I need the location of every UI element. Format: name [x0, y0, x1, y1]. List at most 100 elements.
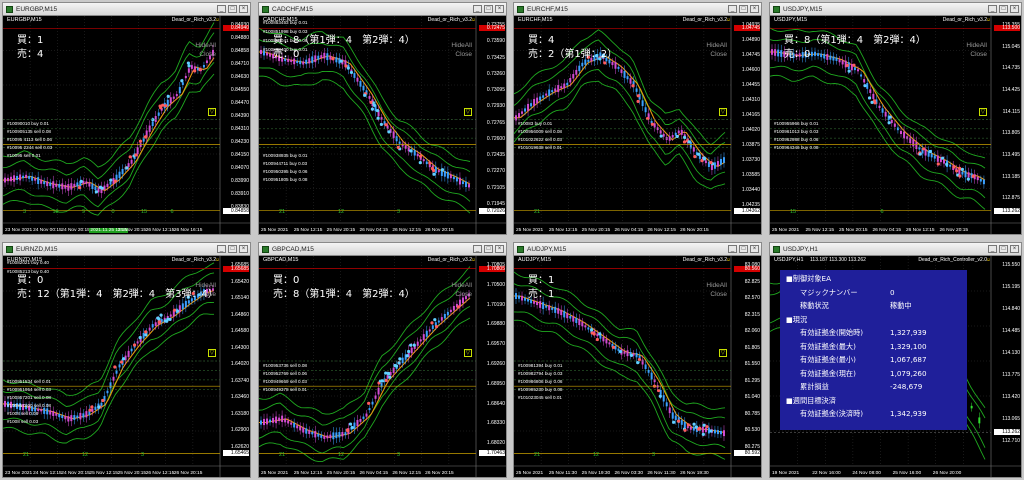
- price-tick: 0.83990: [230, 178, 249, 184]
- chart-window-gbpcad-m15[interactable]: GBPCAD,M15 _ □ × GBPCAD,M15 Dead_or_Rich_v3.2…: [258, 242, 507, 478]
- price-tick: 114.115: [1002, 108, 1020, 115]
- close-button[interactable]: ×: [239, 245, 248, 253]
- price-tick: 1.68640: [486, 400, 505, 407]
- window-title-bar[interactable]: CADCHF,M15 _ □ ×: [259, 3, 506, 16]
- close-button[interactable]: ×: [1010, 5, 1019, 13]
- order-label: #10082021 buy 0.40: [7, 260, 49, 265]
- price-tick: 115.550: [1002, 262, 1020, 268]
- chart-window-cadchf-m15[interactable]: CADCHF,M15 _ □ × CADCHF,M15 Dead_or_Rich_v3.2…: [258, 2, 507, 235]
- price-tick: 1.04890: [741, 37, 760, 43]
- minimize-button[interactable]: _: [728, 245, 737, 253]
- maximize-button[interactable]: □: [228, 5, 237, 13]
- close-button[interactable]: ×: [750, 5, 759, 13]
- close-button[interactable]: ×: [239, 5, 248, 13]
- session-counter: 6: [880, 209, 884, 215]
- minimize-button[interactable]: _: [988, 5, 997, 13]
- hide-all-button[interactable]: HideAll: [451, 282, 472, 290]
- price-tick: 82.315: [744, 311, 760, 318]
- session-counter: 3: [397, 452, 401, 458]
- minimize-button[interactable]: _: [728, 5, 737, 13]
- close-button[interactable]: Close: [199, 51, 216, 59]
- time-tick: 25 Nov 12:15: [89, 471, 118, 476]
- panel-label: マジックナンバー: [800, 287, 858, 297]
- time-tick: 26 Nov 04:15: [359, 228, 389, 233]
- close-button[interactable]: Close: [710, 51, 727, 59]
- session-counter: 21: [279, 209, 286, 215]
- close-button[interactable]: ×: [495, 245, 504, 253]
- close-button[interactable]: Close: [710, 291, 727, 299]
- indicator-marker: ▽: [978, 107, 987, 116]
- close-button[interactable]: ×: [495, 5, 504, 13]
- session-counter: 21: [23, 452, 30, 458]
- window-title-bar[interactable]: EURNZD,M15 _ □ ×: [3, 243, 250, 256]
- maximize-button[interactable]: □: [999, 5, 1008, 13]
- maximize-button[interactable]: □: [484, 5, 493, 13]
- order-label: #100950395 buy 0.06: [263, 169, 308, 175]
- price-tick: 113.185: [1002, 173, 1020, 180]
- price-tick: 0.84858: [230, 48, 249, 54]
- price-tick: 82.060: [744, 328, 760, 334]
- ea-label: Dead_or_Rich_v3.2: [427, 257, 472, 263]
- maximize-button[interactable]: □: [739, 5, 748, 13]
- price-tick: 1.64580: [230, 328, 249, 334]
- hide-all-button[interactable]: HideAll: [451, 42, 472, 50]
- maximize-button[interactable]: □: [999, 245, 1008, 253]
- price-tick: 1.65420: [230, 278, 249, 285]
- minimize-button[interactable]: _: [473, 245, 482, 253]
- chart-window-usdjpy-h1[interactable]: USDJPY,H1 _ □ × USDJPY,H1 Dead_or_Rich_Contro…: [769, 242, 1022, 478]
- window-title-bar[interactable]: USDJPY,M15 _ □ ×: [770, 3, 1021, 16]
- price-tick: 0.84230: [230, 139, 249, 145]
- chart-window-audjpy-m15[interactable]: AUDJPY,M15 _ □ × AUDJPY,M15 Dead_or_Rich_v3.2…: [513, 242, 762, 478]
- chart-icon: [262, 5, 269, 13]
- window-title: CADCHF,M15: [272, 5, 313, 13]
- chart-window-usdjpy-m15[interactable]: USDJPY,M15 _ □ × USDJPY,M15 Dead_or_Rich_v3.2…: [769, 2, 1022, 235]
- price-tick: 1.04745: [741, 52, 760, 58]
- panel-value: 1,327,939: [890, 328, 927, 337]
- session-counter: 18: [52, 209, 59, 215]
- time-tick: 23 Nov 2021: [5, 471, 33, 476]
- chart-overlay: GBPCAD,M15 Dead_or_Rich_v3.2 ☺ 買：0 売：8（第1弾：4…: [259, 256, 506, 477]
- close-button[interactable]: ×: [750, 245, 759, 253]
- price-tick: 1.68950: [486, 380, 505, 387]
- close-button[interactable]: Close: [455, 51, 472, 59]
- hide-all-button[interactable]: HideAll: [706, 42, 727, 50]
- window-title-bar[interactable]: EURGBP,M15 _ □ ×: [3, 3, 250, 16]
- window-title-bar[interactable]: EURCHF,M15 _ □ ×: [514, 3, 761, 16]
- chart-window-eurgbp-m15[interactable]: EURGBP,M15 _ □ × EURGBP,M15 Dead_or_Rich_v3.2…: [2, 2, 251, 235]
- chart-window-eurchf-m15[interactable]: EURCHF,M15 _ □ × EURCHF,M15 Dead_or_Rich_v3.2…: [513, 2, 762, 235]
- session-counter: 3: [397, 209, 401, 215]
- hide-all-button[interactable]: HideAll: [966, 42, 987, 50]
- window-title-bar[interactable]: GBPCAD,M15 _ □ ×: [259, 243, 506, 256]
- order-label: #100962988 buy 0.06: [774, 137, 819, 143]
- maximize-button[interactable]: □: [228, 245, 237, 253]
- minimize-button[interactable]: _: [473, 5, 482, 13]
- minimize-button[interactable]: _: [217, 5, 226, 13]
- hide-all-button[interactable]: HideAll: [706, 282, 727, 290]
- time-tick: 25 Nov 19:30: [581, 471, 611, 476]
- price-tick: 113.420: [1002, 394, 1020, 400]
- ask-price-tag: 1.04745: [734, 25, 760, 32]
- price-tick: 115.195: [1002, 284, 1020, 290]
- indicator-marker: ▽: [207, 107, 216, 116]
- chart-window-eurnzd-m15[interactable]: EURNZD,M15 _ □ × EURNZD,M15 Dead_or_Rich_v3.2…: [2, 242, 251, 478]
- maximize-button[interactable]: □: [484, 245, 493, 253]
- close-button[interactable]: Close: [455, 291, 472, 299]
- price-tick: 82.570: [744, 295, 760, 301]
- minimize-button[interactable]: _: [217, 245, 226, 253]
- hide-all-button[interactable]: HideAll: [195, 42, 216, 50]
- time-tick: 26 Nov 20:15: [680, 228, 709, 233]
- close-button[interactable]: ×: [1010, 245, 1019, 253]
- window-title-bar[interactable]: USDJPY,H1 _ □ ×: [770, 243, 1021, 256]
- time-tick: 25 Nov 20:15: [117, 228, 147, 233]
- hide-all-button[interactable]: HideAll: [195, 282, 216, 290]
- buy-count: 買：1: [17, 35, 44, 46]
- panel-label: 稼動状況: [800, 301, 829, 310]
- close-button[interactable]: Close: [970, 51, 987, 59]
- maximize-button[interactable]: □: [739, 245, 748, 253]
- close-button[interactable]: Close: [199, 291, 216, 299]
- panel-label: 有効証拠金(最小): [800, 355, 856, 364]
- price-tick: 113.775: [1002, 372, 1020, 378]
- minimize-button[interactable]: _: [988, 245, 997, 253]
- price-tick: 81.550: [744, 361, 760, 367]
- window-title-bar[interactable]: AUDJPY,M15 _ □ ×: [514, 243, 761, 256]
